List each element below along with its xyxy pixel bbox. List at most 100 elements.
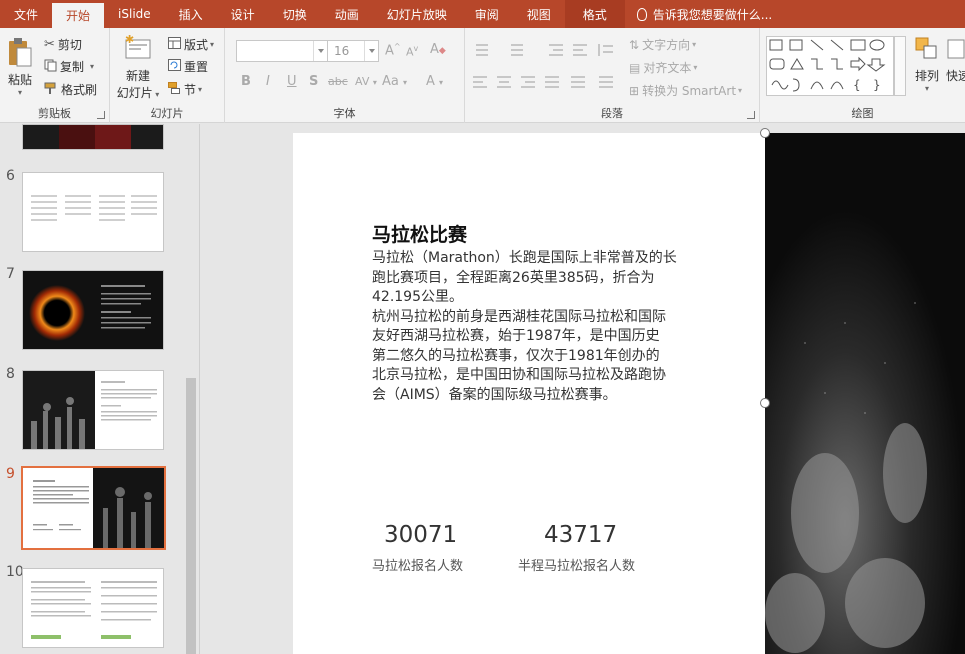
tab-animations[interactable]: 动画 xyxy=(321,0,373,28)
shapes-gallery[interactable]: {} xyxy=(766,36,894,96)
scissors-icon: ✂ xyxy=(44,37,55,52)
format-painter-icon xyxy=(44,82,58,98)
italic-button[interactable]: I xyxy=(266,74,270,89)
slide-thumbnail-10[interactable] xyxy=(22,568,164,648)
align-text-icon: ▤ xyxy=(629,60,641,75)
thumbnail-scrollbar-thumb[interactable] xyxy=(186,378,196,654)
shapes-gallery-scroll[interactable] xyxy=(894,36,906,96)
paste-button[interactable]: 粘贴 ▾ xyxy=(4,36,36,97)
slides-group: ✱ 新建 幻灯片 ▾ 版式 ▾ 重置 节 ▾ 幻灯片 xyxy=(110,28,225,123)
list-indent-icons[interactable] xyxy=(471,42,621,58)
section-label: 节 xyxy=(184,83,197,97)
new-slide-button[interactable]: ✱ 新建 幻灯片 ▾ xyxy=(116,33,160,101)
new-slide-icon: ✱ xyxy=(125,33,151,59)
tab-design[interactable]: 设计 xyxy=(217,0,269,28)
thumbnail-scrollbar[interactable] xyxy=(184,124,198,654)
resize-handle-top[interactable] xyxy=(760,128,770,138)
align-text-button[interactable]: ▤ 对齐文本 ▾ xyxy=(629,59,697,76)
alignment-icons[interactable] xyxy=(471,74,621,90)
slide-thumbnail-5[interactable] xyxy=(22,124,164,150)
marathon-photo-image xyxy=(765,133,965,654)
bold-button[interactable]: B xyxy=(241,74,251,89)
lightbulb-icon xyxy=(636,7,647,21)
body-line: 北京马拉松，是中国田协和国际马拉松及路跑协 xyxy=(372,367,666,383)
drawing-group: {} 排列 ▾ 快速 绘图 xyxy=(760,28,965,123)
tab-view[interactable]: 视图 xyxy=(513,0,565,28)
tab-format[interactable]: 格式 xyxy=(564,0,625,28)
font-size-dropdown-icon[interactable] xyxy=(364,41,378,61)
tab-slideshow[interactable]: 幻灯片放映 xyxy=(373,0,461,28)
reset-icon xyxy=(168,59,181,74)
paragraph-group: ⇅ 文字方向 ▾ ▤ 对齐文本 ▾ ⊞ 转换为 SmartArt ▾ 段落 xyxy=(465,28,760,123)
text-direction-label: 文字方向 xyxy=(642,38,691,52)
body-line: 杭州马拉松的前身是西湖桂花国际马拉松和国际 xyxy=(372,308,666,325)
slide-thumbnail-6[interactable] xyxy=(22,172,164,252)
reset-button[interactable]: 重置 xyxy=(168,58,208,75)
font-name-dropdown-icon[interactable] xyxy=(313,41,327,61)
layout-label: 版式 xyxy=(184,38,209,52)
shrink-font-button[interactable]: Av xyxy=(406,44,418,59)
svg-text:{: { xyxy=(853,78,861,92)
tab-islide[interactable]: iSlide xyxy=(104,0,165,28)
paragraph-launcher-icon[interactable] xyxy=(747,111,755,119)
tab-transitions[interactable]: 切换 xyxy=(269,0,321,28)
font-size-input[interactable]: 16 xyxy=(327,40,379,62)
tell-me-text: 告诉我您想要做什么... xyxy=(652,7,773,22)
ribbon: 粘贴 ▾ ✂ 剪切 复制 ▾ 格式刷 剪贴板 ✱ 新建 幻灯片 ▾ 版式 ▾ 重… xyxy=(0,28,965,123)
slide-photo[interactable] xyxy=(765,133,965,654)
slide-number-8: 8 xyxy=(6,366,15,382)
stat-value-marathon[interactable]: 30071 xyxy=(384,522,457,548)
body-line: 马拉松（Marathon）长跑是国际上非常普及的长 xyxy=(372,250,677,266)
new-slide-label-2: 幻灯片 ▾ xyxy=(116,86,160,100)
cut-label: 剪切 xyxy=(57,38,82,52)
copy-icon xyxy=(44,59,57,75)
tab-review[interactable]: 审阅 xyxy=(461,0,513,28)
slide-thumbnail-9[interactable] xyxy=(21,466,166,550)
stat-label-marathon[interactable]: 马拉松报名人数 xyxy=(372,555,463,574)
text-direction-button[interactable]: ⇅ 文字方向 ▾ xyxy=(629,36,696,53)
section-button[interactable]: 节 ▾ xyxy=(168,81,202,98)
copy-button[interactable]: 复制 ▾ xyxy=(44,58,94,75)
slide-thumbnail-7[interactable] xyxy=(22,270,164,350)
cut-button[interactable]: ✂ 剪切 xyxy=(44,36,82,53)
quick-styles-button[interactable]: 快速 xyxy=(946,36,965,84)
tab-file[interactable]: 文件 xyxy=(0,0,52,28)
font-name-input[interactable] xyxy=(236,40,328,62)
tab-home[interactable]: 开始 xyxy=(52,3,105,28)
format-painter-label: 格式刷 xyxy=(61,83,98,97)
slide-thumbnail-8[interactable] xyxy=(22,370,164,450)
grow-font-button[interactable]: A^ xyxy=(385,42,401,58)
font-color-button[interactable]: A ▾ xyxy=(426,74,443,89)
resize-handle-middle[interactable] xyxy=(760,398,770,408)
shadow-button[interactable]: S xyxy=(309,74,318,89)
slide-title[interactable]: 马拉松比赛 xyxy=(372,220,467,247)
arrange-button[interactable]: 排列 ▾ xyxy=(910,36,944,93)
slides-group-label: 幻灯片 xyxy=(150,107,184,120)
slide-body-text[interactable]: 马拉松（Marathon）长跑是国际上非常普及的长 跑比赛项目，全程距离26英里… xyxy=(372,249,722,405)
body-line: 42.195公里。 xyxy=(372,289,463,305)
convert-smartart-button[interactable]: ⊞ 转换为 SmartArt ▾ xyxy=(629,82,742,99)
slide-number-9: 9 xyxy=(6,466,15,482)
tab-insert[interactable]: 插入 xyxy=(165,0,217,28)
strikethrough-button[interactable]: abc xyxy=(328,75,348,88)
underline-button[interactable]: U xyxy=(287,74,297,89)
font-size-value: 16 xyxy=(334,44,350,58)
clear-format-button[interactable]: A◆ xyxy=(430,42,446,57)
char-spacing-button[interactable]: AV ▾ xyxy=(355,75,377,88)
body-line: 跑比赛项目，全程距离26英里385码，折合为 xyxy=(372,269,655,286)
clipboard-launcher-icon[interactable] xyxy=(97,111,105,119)
format-painter-button[interactable]: 格式刷 xyxy=(44,81,97,98)
quick-styles-icon xyxy=(947,39,965,59)
change-case-button[interactable]: Aa ▾ xyxy=(382,74,407,89)
layout-button[interactable]: 版式 ▾ xyxy=(168,36,214,53)
body-line: 会（AIMS）备案的国际级马拉松赛事。 xyxy=(372,386,617,403)
paragraph-group-label: 段落 xyxy=(601,107,623,120)
font-group-label: 字体 xyxy=(333,107,356,120)
stat-value-half-marathon[interactable]: 43717 xyxy=(544,522,617,548)
arrange-label: 排列 xyxy=(914,69,939,83)
arrange-icon xyxy=(915,37,937,59)
paste-icon xyxy=(9,38,32,67)
slide-thumbnail-pane: 6 7 8 9 10 xyxy=(0,124,200,654)
tell-me-box[interactable]: 告诉我您想要做什么... xyxy=(625,0,772,28)
stat-label-half-marathon[interactable]: 半程马拉松报名人数 xyxy=(518,555,635,574)
